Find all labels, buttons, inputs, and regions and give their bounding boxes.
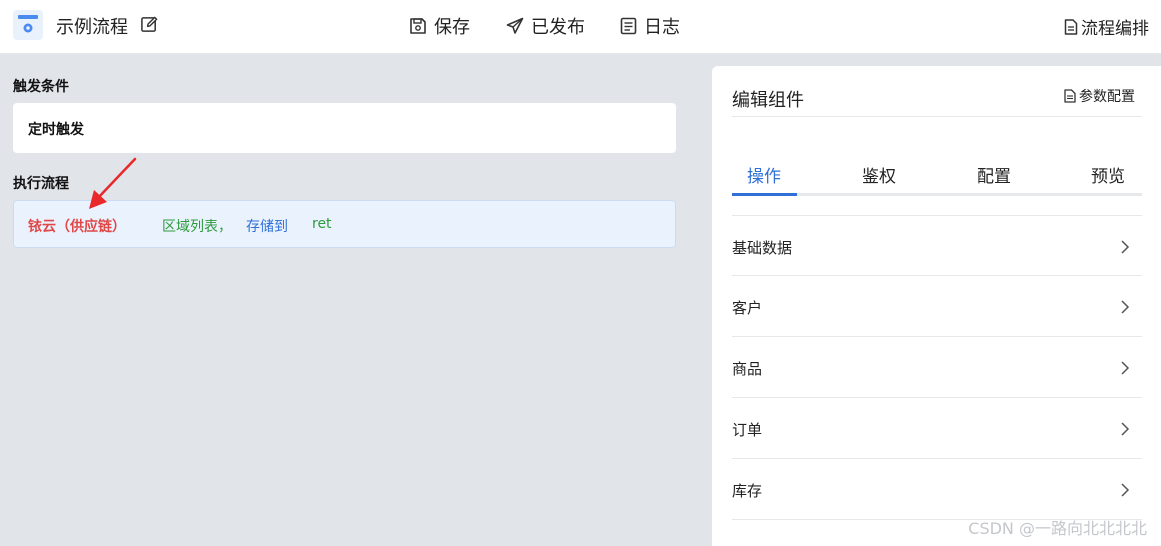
category-item-inventory[interactable]: 库存 [732,459,1142,520]
document-icon [1064,89,1076,103]
component-editor-panel: 编辑组件 参数配置 操作 鉴权 配置 预览 基础数据 客户 商品 订单 库存 [712,66,1161,546]
trigger-card[interactable]: 定时触发 [13,103,676,153]
tab-operation[interactable]: 操作 [747,162,781,187]
category-item-order[interactable]: 订单 [732,398,1142,459]
category-label: 库存 [732,482,763,500]
edit-icon[interactable] [140,15,159,34]
category-list: 基础数据 客户 商品 订单 库存 [732,215,1142,520]
step-operation: 区域列表， [162,219,232,235]
chevron-right-icon [1121,300,1130,314]
annotation-arrow-icon [89,157,137,209]
app-logo [13,10,43,40]
trigger-card-label: 定时触发 [28,122,84,138]
log-icon [620,17,637,35]
trigger-section-title: 触发条件 [13,79,69,95]
param-config-button[interactable]: 参数配置 [1064,86,1135,106]
save-label: 保存 [434,17,470,38]
tab-preview[interactable]: 预览 [1091,162,1125,187]
tab-auth[interactable]: 鉴权 [862,162,896,187]
chevron-right-icon [1121,422,1130,436]
category-label: 商品 [732,360,763,378]
editor-tabs: 操作 鉴权 配置 预览 [732,160,1142,196]
page-title: 示例流程 [56,17,128,38]
param-config-label: 参数配置 [1079,89,1135,105]
tab-config[interactable]: 配置 [977,162,1011,187]
publish-button[interactable]: 已发布 [506,13,585,39]
flow-section-title: 执行流程 [13,176,69,192]
step-service-name: 铱云（供应链） [28,219,126,235]
chevron-right-icon [1121,361,1130,375]
save-icon [410,18,426,34]
category-label: 客户 [732,299,763,317]
step-store-text: 存储到 [246,219,288,235]
gear-icon [23,23,33,33]
chevron-right-icon [1121,240,1130,254]
watermark: CSDN @一路向北北北北 [968,519,1147,538]
top-toolbar: 示例流程 保存 已发布 日志 流程编排 [0,0,1161,54]
active-tab-indicator [732,193,797,196]
divider [732,116,1142,117]
save-button[interactable]: 保存 [409,13,470,39]
flow-edit-label: 流程编排 [1081,19,1149,39]
category-label: 基础数据 [732,239,793,257]
log-button[interactable]: 日志 [620,13,680,39]
category-item-basic-data[interactable]: 基础数据 [732,215,1142,276]
publish-label: 已发布 [531,17,585,38]
category-item-product[interactable]: 商品 [732,337,1142,398]
category-label: 订单 [732,421,763,439]
editor-title: 编辑组件 [732,90,804,111]
flow-edit-button[interactable]: 流程编排 [1064,14,1149,39]
category-item-customer[interactable]: 客户 [732,276,1142,337]
step-variable: ret [312,216,332,232]
log-label: 日志 [644,17,680,38]
send-icon [506,17,524,34]
flow-canvas: 触发条件 定时触发 执行流程 铱云（供应链） 区域列表， 存储到 ret [0,54,703,546]
document-icon [1064,18,1078,35]
chevron-right-icon [1121,483,1130,497]
